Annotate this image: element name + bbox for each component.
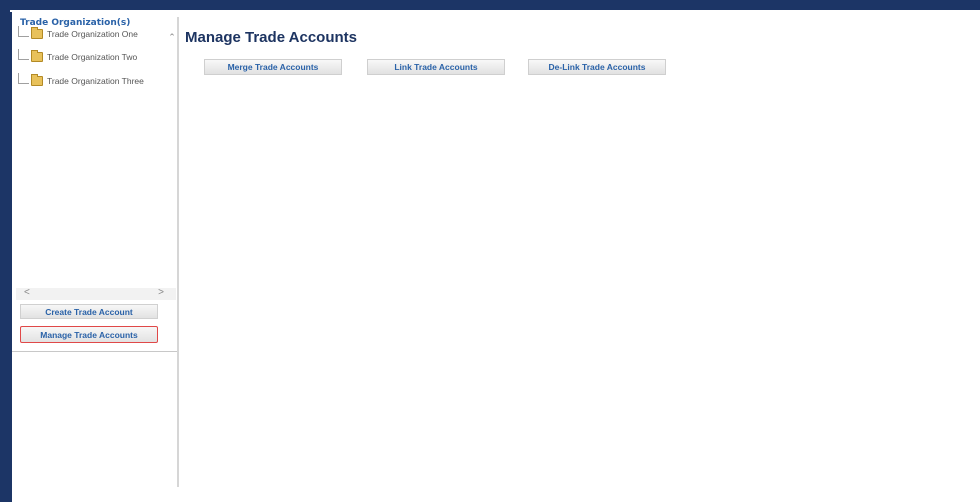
chevron-left-icon[interactable]: < (24, 287, 30, 298)
page-title: Manage Trade Accounts (185, 29, 357, 46)
tree-connector-icon (18, 48, 29, 60)
tree-item-label: Trade Organization Three (47, 76, 144, 86)
folder-icon (31, 27, 43, 39)
chevron-right-icon[interactable]: > (158, 287, 164, 298)
link-trade-accounts-button[interactable]: Link Trade Accounts (367, 59, 505, 75)
panel-splitter[interactable] (177, 17, 179, 487)
folder-icon (31, 74, 43, 86)
panel-divider (12, 351, 178, 352)
tree-item-trade-organization-two[interactable]: Trade Organization Two (18, 48, 138, 64)
tree-item-label: Trade Organization One (47, 29, 138, 39)
create-trade-account-button[interactable]: Create Trade Account (20, 304, 158, 319)
window-frame-top (0, 0, 980, 10)
tree-item-label: Trade Organization Two (47, 52, 138, 62)
delink-trade-accounts-button[interactable]: De-Link Trade Accounts (528, 59, 666, 75)
tree-connector-icon (18, 25, 29, 37)
merge-trade-accounts-button[interactable]: Merge Trade Accounts (204, 59, 342, 75)
manage-trade-accounts-button[interactable]: Manage Trade Accounts (20, 326, 158, 343)
horizontal-scrollbar[interactable]: < > (16, 287, 176, 300)
folder-icon (31, 50, 43, 62)
tree-connector-icon (18, 72, 29, 84)
app-page: Trade Organization(s) Trade Organization… (12, 12, 980, 502)
tree-item-trade-organization-three[interactable]: Trade Organization Three (18, 72, 144, 88)
left-panel: Trade Organization(s) Trade Organization… (12, 12, 178, 502)
tree-item-trade-organization-one[interactable]: Trade Organization One (18, 25, 138, 41)
